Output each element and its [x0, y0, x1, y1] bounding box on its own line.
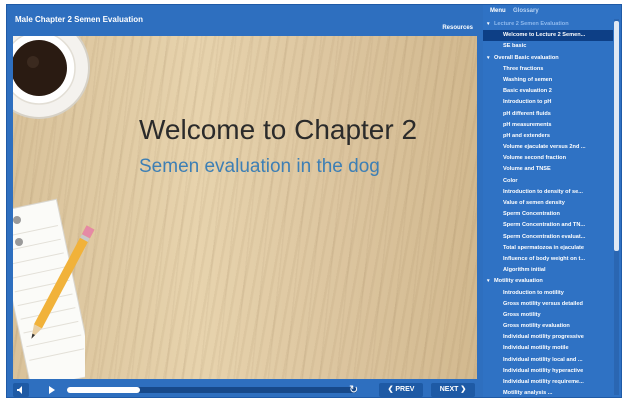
menu-item-label: Introduction to motility [503, 289, 564, 296]
menu-item[interactable]: Basic evaluation 2 [483, 86, 613, 97]
menu-item[interactable]: Influence of body weight on t... [483, 254, 613, 265]
play-button[interactable] [45, 383, 59, 397]
menu-item[interactable]: Volume and TNSE [483, 164, 613, 175]
menu-item[interactable]: Individual motility motile [483, 343, 613, 354]
menu-item-label: SE basic [503, 43, 527, 50]
menu-item-label: Lecture 2 Semen Evaluation [494, 21, 569, 27]
menu-item[interactable]: Introduction to pH [483, 97, 613, 108]
menu-item-label: pH and extenders [503, 132, 550, 139]
menu-item-label: Individual motility hyperactive [503, 367, 584, 374]
slide-subtitle: Semen evaluation in the dog [139, 156, 380, 177]
menu-item[interactable]: Individual motility requireme... [483, 377, 613, 388]
menu-list: ▾ Lecture 2 Semen Evaluation Welcome to Le… [483, 19, 613, 395]
menu-section[interactable]: ▾ Lecture 2 Semen Evaluation [483, 19, 613, 30]
menu-item-label: Influence of body weight on t... [503, 255, 586, 262]
menu-item-label: Total spermatozoa in ejaculate [503, 244, 585, 251]
replay-icon[interactable]: ↻ [349, 383, 358, 396]
menu-section[interactable]: ▾ Motility evaluation [483, 276, 613, 287]
menu-item-label: pH different fluids [503, 110, 551, 117]
sidebar-tabs: Menu Glossary [483, 5, 621, 17]
playback-bar: ↻ ❮ PREV NEXT ❯ [7, 381, 481, 399]
menu-item[interactable]: Introduction to density of se... [483, 187, 613, 198]
sidebar: Menu Glossary ▾ Lecture 2 Semen Evaluatio… [483, 5, 621, 397]
menu-item-label: Introduction to density of se... [503, 188, 583, 195]
menu-item-label: Individual motility local and ... [503, 356, 583, 363]
progress-fill [67, 387, 140, 393]
menu-item-label: Value of semen density [503, 200, 565, 206]
menu-item-label: Basic evaluation 2 [503, 88, 552, 95]
speaker-icon [17, 386, 22, 394]
slide-canvas: Welcome to Chapter 2 Semen evaluation in… [13, 36, 477, 379]
menu-item[interactable]: Sperm Concentration evaluat... [483, 232, 613, 243]
menu-item[interactable]: Sperm Concentration and TN... [483, 220, 613, 231]
menu-item[interactable]: Welcome to Lecture 2 Semen... [483, 30, 613, 42]
menu-item-label: Overall Basic evaluation [494, 54, 559, 61]
menu-item-label: Individual motility requireme... [503, 379, 584, 385]
menu-section[interactable]: ▾ Overall Basic evaluation [483, 53, 613, 64]
menu-item[interactable]: Value of semen density [483, 198, 613, 209]
menu-item[interactable]: Individual motility local and ... [483, 355, 613, 366]
menu-item[interactable]: Motility analysis ... [483, 388, 613, 395]
menu-item-label: Gross motility versus detailed [503, 300, 583, 307]
slide-title: Welcome to Chapter 2 [139, 114, 418, 145]
coffee-cup-image [13, 36, 90, 119]
tab-menu[interactable]: Menu [490, 8, 506, 14]
menu-item[interactable]: pH measurements [483, 120, 613, 131]
menu-item-label: Motility evaluation [494, 278, 543, 285]
menu-item-label: Individual motility motile [503, 345, 569, 352]
menu-item[interactable]: Introduction to motility [483, 288, 613, 299]
progress-bar[interactable] [67, 387, 357, 393]
menu-item[interactable]: pH and extenders [483, 131, 613, 142]
menu-item-label: Gross motility [503, 311, 541, 318]
pencil-image [31, 225, 95, 339]
menu-scrollbar[interactable] [614, 19, 619, 395]
menu-item[interactable]: Sperm Concentration [483, 209, 613, 220]
course-title: Male Chapter 2 Semen Evaluation [15, 15, 144, 24]
menu-item[interactable]: Gross motility [483, 310, 613, 321]
menu-item[interactable]: Gross motility versus detailed [483, 299, 613, 310]
menu-item-label: Three fractions [503, 65, 544, 72]
volume-button[interactable] [13, 383, 29, 397]
course-player: Male Chapter 2 Semen Evaluation Resource… [6, 4, 622, 398]
next-button[interactable]: NEXT ❯ [431, 383, 475, 397]
menu-item-label: Washing of semen [503, 76, 553, 83]
menu-item-label: Introduction to pH [503, 99, 552, 106]
prev-button[interactable]: ❮ PREV [379, 383, 423, 397]
menu-item-label: Gross motility evaluation [503, 323, 570, 330]
menu-item-label: Volume ejaculate versus 2nd ... [503, 144, 586, 151]
menu-item[interactable]: Three fractions [483, 64, 613, 75]
scrollbar-thumb[interactable] [614, 21, 619, 251]
menu-item-label: Welcome to Lecture 2 Semen... [503, 32, 586, 39]
menu-item-label: Sperm Concentration [503, 211, 560, 218]
menu-item-label: pH measurements [503, 121, 552, 128]
menu-item-label: Volume second fraction [503, 155, 566, 162]
menu-item-label: Sperm Concentration and TN... [503, 222, 586, 229]
menu-item-label: Color [503, 177, 518, 184]
menu-item-label: Sperm Concentration evaluat... [503, 233, 586, 240]
chevron-down-icon: ▾ [487, 21, 490, 27]
menu-item[interactable]: Total spermatozoa in ejaculate [483, 243, 613, 254]
menu-item[interactable]: Gross motility evaluation [483, 321, 613, 332]
title-bar: Male Chapter 2 Semen Evaluation Resource… [7, 5, 481, 37]
play-icon [49, 386, 55, 394]
menu-item[interactable]: Washing of semen [483, 75, 613, 86]
menu-item[interactable]: SE basic [483, 41, 613, 52]
menu-item[interactable]: pH different fluids [483, 109, 613, 120]
menu-item[interactable]: Algorithm initial [483, 265, 613, 276]
menu-item-label: Motility analysis ... [503, 390, 553, 395]
menu-item[interactable]: Color [483, 176, 613, 187]
chevron-down-icon: ▾ [487, 278, 490, 285]
menu-item[interactable]: Volume second fraction [483, 153, 613, 164]
menu-item[interactable]: Volume ejaculate versus 2nd ... [483, 142, 613, 153]
menu-item[interactable]: Individual motility hyperactive [483, 366, 613, 377]
chevron-down-icon: ▾ [487, 54, 490, 61]
menu-item-label: Algorithm initial [503, 267, 546, 274]
menu-item-label: Individual motility progressive [503, 334, 584, 341]
menu-item[interactable]: Individual motility progressive [483, 332, 613, 343]
menu-item-label: Volume and TNSE [503, 166, 551, 173]
resources-link[interactable]: Resources [442, 25, 473, 31]
tab-glossary[interactable]: Glossary [513, 8, 539, 14]
